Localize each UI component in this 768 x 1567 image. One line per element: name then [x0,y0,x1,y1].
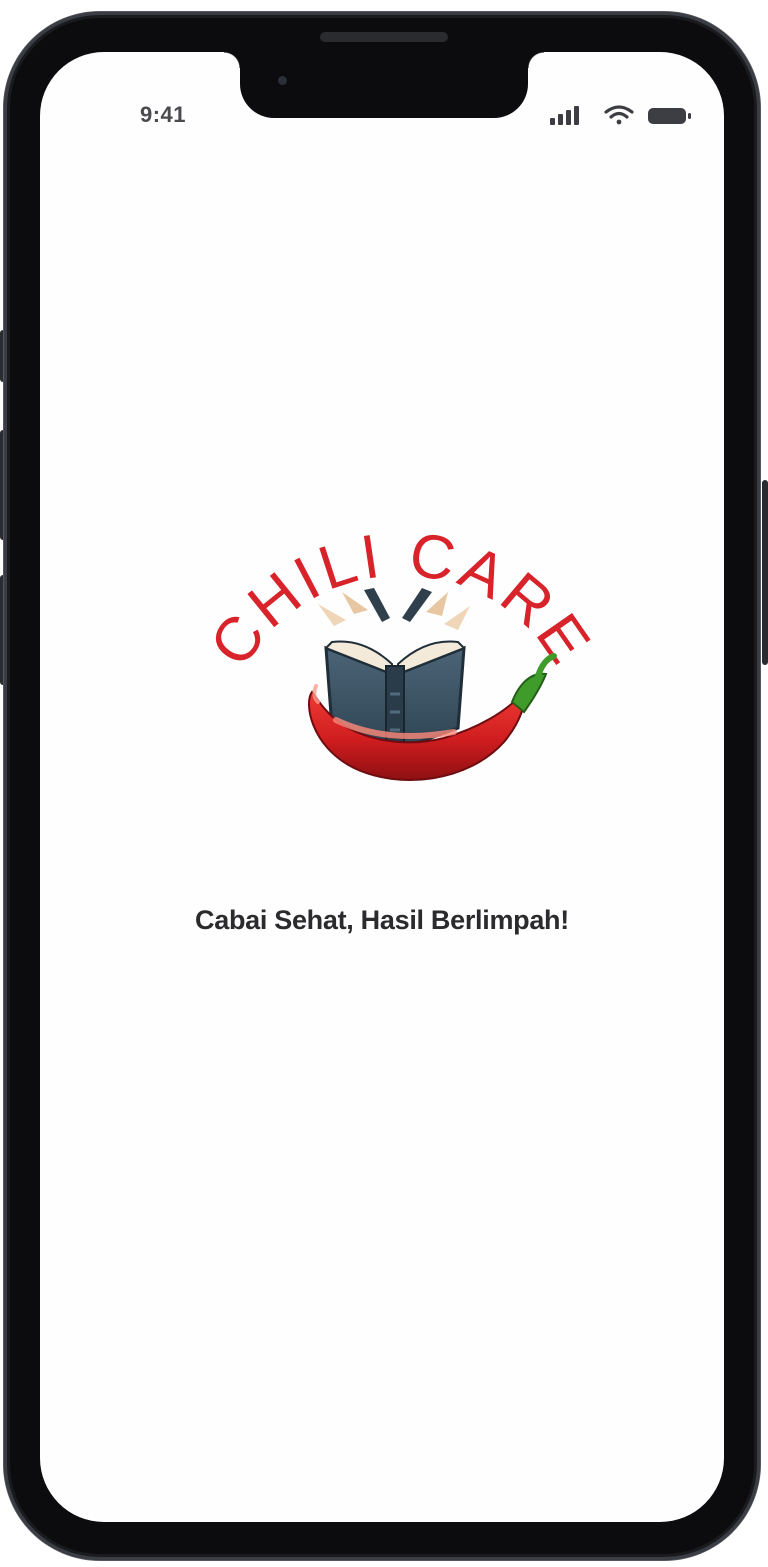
logo-wordmark: CHILI CARE [197,520,596,679]
tagline: Cabai Sehat, Hasil Berlimpah! [195,905,569,935]
front-camera [278,76,287,85]
battery-icon [648,108,691,124]
wifi-icon [604,105,634,125]
phone-frame: 9:41 CHILI CAR Cabai Sehat, Hasil Berlim… [4,12,760,1560]
logo-wordmark-path: CHILI CARE [197,520,601,679]
app-logo: CHILI CARE [186,506,601,786]
cellular-signal-icon [550,106,579,125]
notch [224,52,544,118]
power-button [762,480,768,665]
splash-screen: 9:41 CHILI CAR Cabai Sehat, Hasil Berlim… [40,52,724,1522]
earpiece-speaker [320,32,448,42]
status-icons [550,104,700,126]
status-time: 9:41 [140,102,187,127]
device-mockup: 9:41 CHILI CAR Cabai Sehat, Hasil Berlim… [0,0,768,1567]
